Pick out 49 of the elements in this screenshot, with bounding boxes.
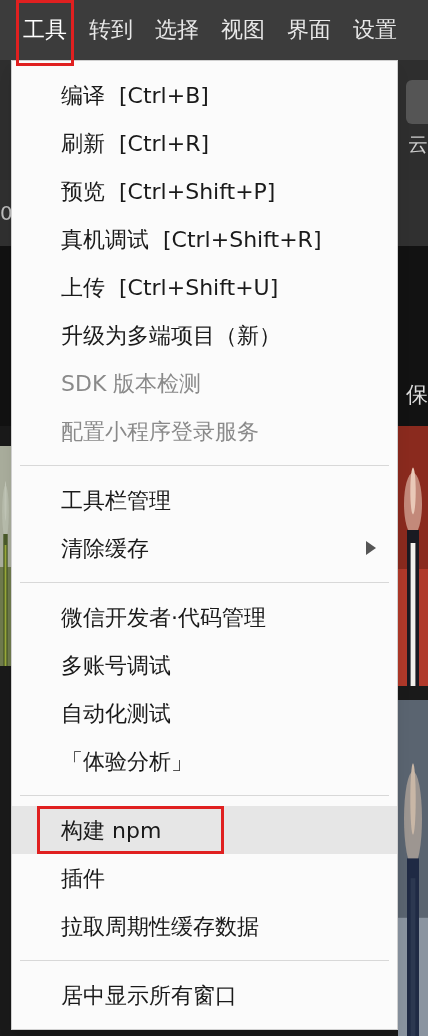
menu-item[interactable]: 真机调试 [Ctrl+Shift+R] bbox=[12, 215, 397, 263]
menu-bar-item[interactable]: 转到 bbox=[82, 0, 140, 66]
menu-item-label: 工具栏管理 bbox=[61, 486, 171, 515]
toolbar-label: 云 bbox=[408, 134, 428, 154]
menu-item[interactable]: 自动化测试 bbox=[12, 689, 397, 737]
menu-item-label: 居中显示所有窗口 bbox=[61, 981, 237, 1010]
menu-item-label: 上传 bbox=[61, 273, 105, 302]
menu-item-label: 预览 bbox=[61, 177, 105, 206]
menu-item-label: 插件 bbox=[61, 864, 105, 893]
menu-item[interactable]: 构建 npm bbox=[12, 806, 397, 854]
menu-item[interactable]: 「体验分析」 bbox=[12, 737, 397, 785]
menu-bar-item[interactable]: 工具 bbox=[16, 0, 74, 66]
menu-item-label: 拉取周期性缓存数据 bbox=[61, 912, 259, 941]
menu-item[interactable]: 微信开发者·代码管理 bbox=[12, 593, 397, 641]
menu-item[interactable]: 居中显示所有窗口 bbox=[12, 971, 397, 1019]
menu-item-label: SDK 版本检测 bbox=[61, 369, 202, 398]
menu-bar-item[interactable]: 选择 bbox=[148, 0, 206, 66]
menu-item[interactable]: 清除缓存 bbox=[12, 524, 397, 572]
menu-item[interactable]: 拉取周期性缓存数据 bbox=[12, 902, 397, 950]
menu-item[interactable]: 上传 [Ctrl+Shift+U] bbox=[12, 263, 397, 311]
menu-item[interactable]: 刷新 [Ctrl+R] bbox=[12, 119, 397, 167]
menu-item-label: 微信开发者·代码管理 bbox=[61, 603, 266, 632]
menu-item-label: 清除缓存 bbox=[61, 534, 149, 563]
menu-item-label: 升级为多端项目（新） bbox=[61, 321, 281, 350]
menu-item[interactable]: 编译 [Ctrl+B] bbox=[12, 71, 397, 119]
menu-bar-item[interactable]: 界面 bbox=[280, 0, 338, 66]
menu-item-label: 刷新 bbox=[61, 129, 105, 158]
toolbar-button[interactable] bbox=[406, 80, 428, 124]
tab-label: 0 bbox=[0, 203, 13, 223]
save-label: 保 bbox=[406, 384, 428, 406]
menu-item[interactable]: 工具栏管理 bbox=[12, 476, 397, 524]
menu-item-label: 「体验分析」 bbox=[61, 747, 193, 776]
menu-item[interactable]: 多账号调试 bbox=[12, 641, 397, 689]
menu-item-label: 真机调试 bbox=[61, 225, 149, 254]
menu-item[interactable]: 预览 [Ctrl+Shift+P] bbox=[12, 167, 397, 215]
menu-bar-item[interactable]: 视图 bbox=[214, 0, 272, 66]
menu-item-label: 多账号调试 bbox=[61, 651, 171, 680]
menu-item-label: 构建 npm bbox=[37, 806, 225, 854]
menu-item-label: 自动化测试 bbox=[61, 699, 171, 728]
shortcut-label: [Ctrl+Shift+P] bbox=[119, 177, 276, 206]
menu-item[interactable]: 升级为多端项目（新） bbox=[12, 311, 397, 359]
menu-item[interactable]: 插件 bbox=[12, 854, 397, 902]
shortcut-label: [Ctrl+B] bbox=[119, 81, 209, 110]
shortcut-label: [Ctrl+Shift+U] bbox=[119, 273, 279, 302]
menu-bar-item[interactable]: 设置 bbox=[346, 0, 404, 66]
menu-item-label: 编译 bbox=[61, 81, 105, 110]
menu-item-label: 配置小程序登录服务 bbox=[61, 417, 259, 446]
shortcut-label: [Ctrl+R] bbox=[119, 129, 210, 158]
shortcut-label: [Ctrl+Shift+R] bbox=[163, 225, 322, 254]
